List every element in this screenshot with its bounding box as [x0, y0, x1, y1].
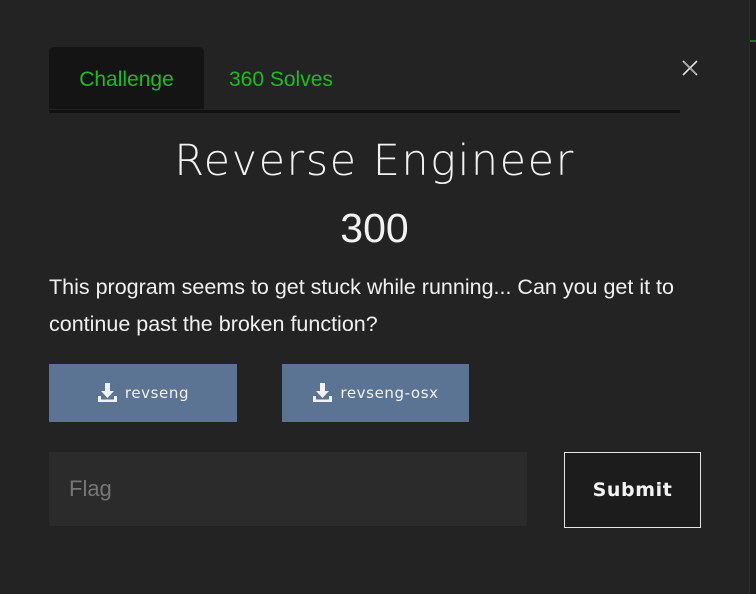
file-label: revseng — [124, 384, 190, 402]
flag-input[interactable] — [49, 452, 527, 526]
navbar-accent — [750, 40, 756, 42]
file-download-revseng[interactable]: revseng — [49, 364, 237, 422]
tab-solves[interactable]: 360 Solves — [229, 47, 333, 109]
download-icon — [97, 382, 118, 404]
challenge-title: Reverse Engineer — [174, 136, 575, 186]
file-label: revseng-osx — [340, 384, 439, 402]
tab-challenge[interactable]: Challenge — [49, 47, 204, 109]
challenge-tabs: Challenge 360 Solves — [49, 47, 680, 113]
close-icon[interactable] — [680, 58, 700, 78]
challenge-modal: Challenge 360 Solves Reverse Engineer 30… — [0, 0, 750, 594]
download-icon — [312, 382, 333, 404]
challenge-value: 300 — [340, 205, 409, 251]
submit-button[interactable]: Submit — [564, 452, 701, 528]
file-download-revseng-osx[interactable]: revseng-osx — [282, 364, 469, 422]
challenge-description: This program seems to get stuck while ru… — [49, 275, 674, 336]
